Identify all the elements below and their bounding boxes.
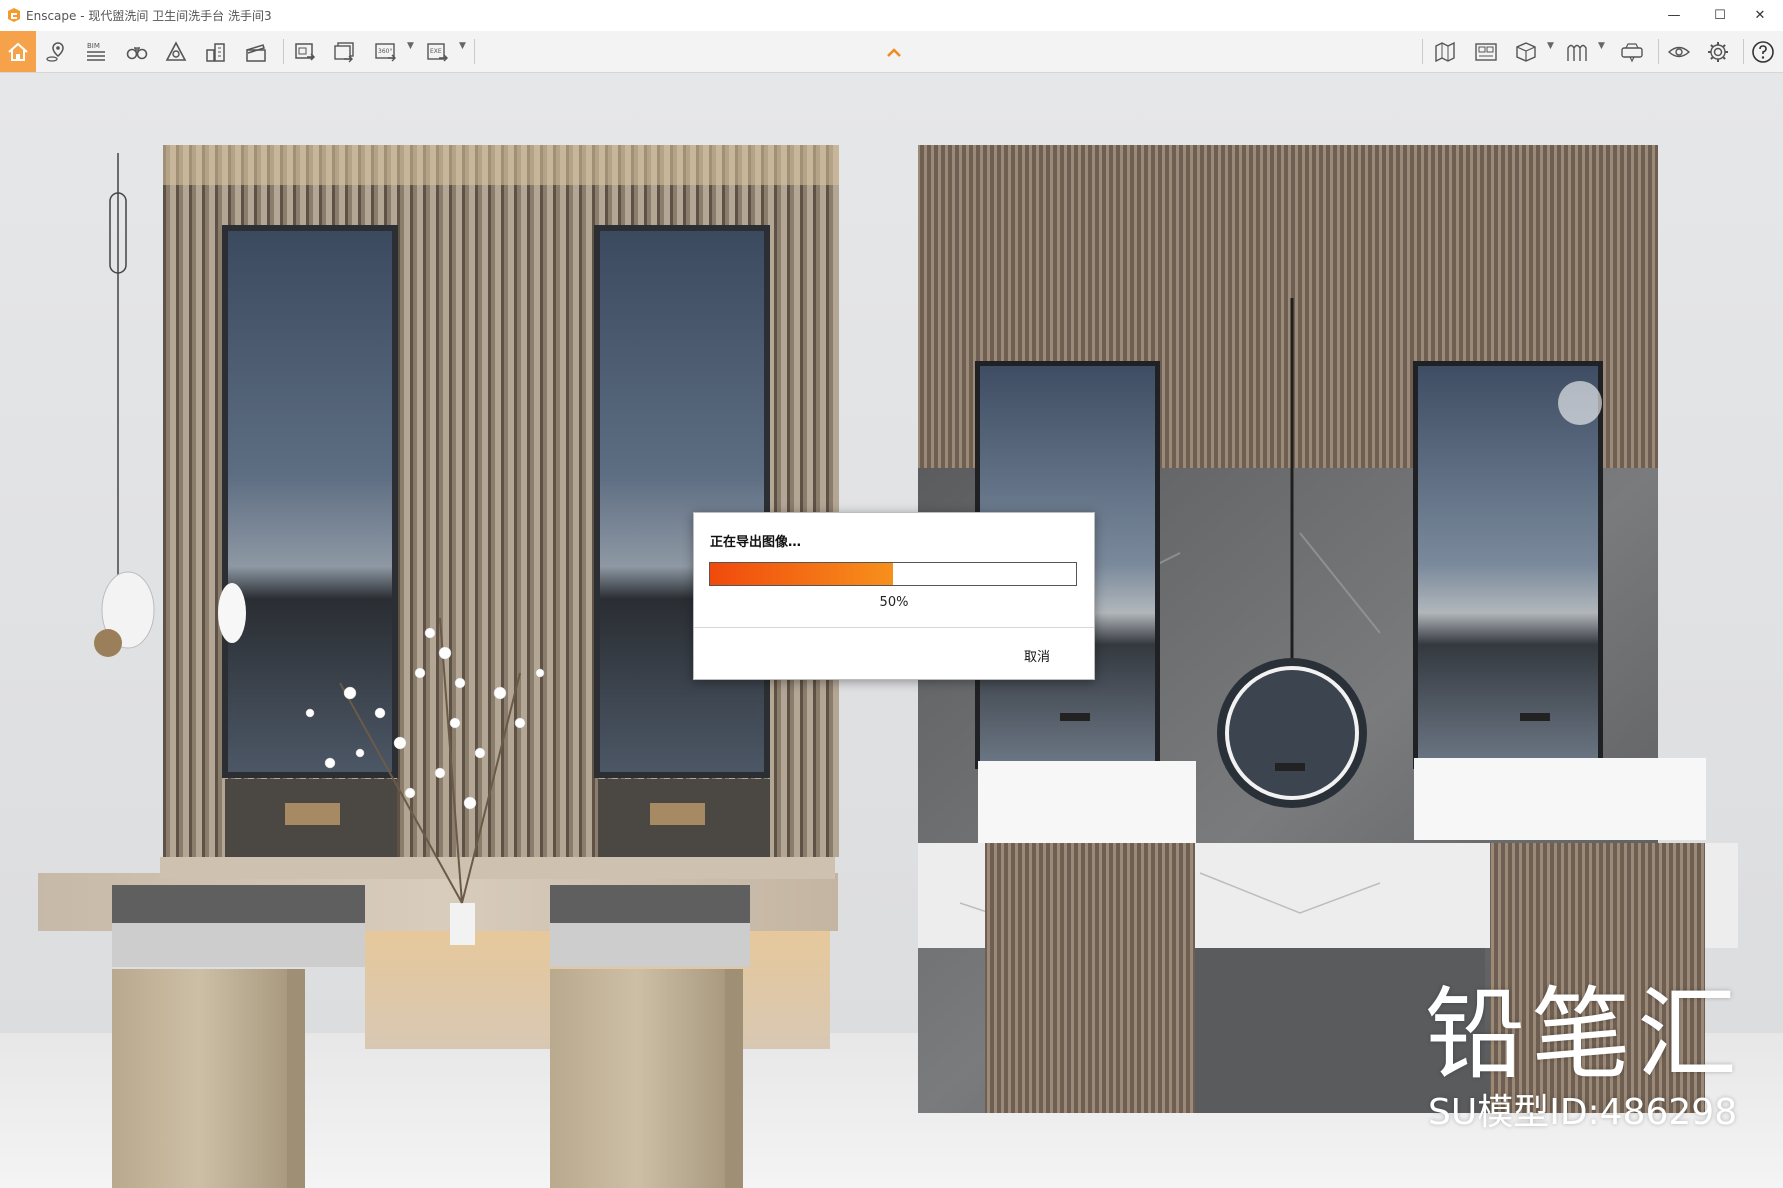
help-button[interactable] <box>1748 37 1778 67</box>
window-title-bar: Enscape - 现代盥洗间 卫生间洗手台 洗手间3 — ☐ ✕ <box>0 0 1783 32</box>
progress-percentage: 50% <box>879 595 909 610</box>
toolbar-separator <box>474 39 475 64</box>
help-icon <box>1752 41 1774 63</box>
location-pin-icon <box>46 42 64 62</box>
panorama-360-icon: 360° <box>375 43 396 62</box>
screenshot-export-button[interactable] <box>290 37 320 67</box>
asset-library-icon <box>1475 43 1497 61</box>
exe-export-icon: EXE <box>427 43 448 62</box>
svg-text:360°: 360° <box>378 48 392 55</box>
visual-settings-icon <box>1667 46 1691 58</box>
video-editor-button[interactable] <box>241 37 271 67</box>
dialog-divider <box>694 627 1094 628</box>
export-progress-bar <box>709 562 1077 586</box>
export-progress-dialog: 正在导出图像… 50% 取消 <box>693 512 1095 680</box>
vr-headset-icon <box>1621 43 1643 63</box>
materials-button[interactable] <box>1562 37 1592 67</box>
map-icon <box>1435 41 1455 63</box>
progress-bar-fill <box>710 563 893 585</box>
model-id-label: SU模型ID:486298 <box>1428 1092 1738 1133</box>
cancel-button[interactable]: 取消 <box>1000 644 1074 666</box>
toolbar-separator <box>1658 39 1659 64</box>
binoculars-icon <box>126 47 148 60</box>
toolbar-separator <box>1743 39 1744 64</box>
sun-shape-button[interactable] <box>161 37 191 67</box>
window-title: Enscape - 现代盥洗间 卫生间洗手台 洗手间3 <box>26 9 272 23</box>
map-button[interactable] <box>1430 37 1460 67</box>
toolbar-separator <box>1422 39 1423 64</box>
settings-button[interactable] <box>1703 37 1733 67</box>
buildings-icon <box>206 43 225 62</box>
close-button[interactable]: ✕ <box>1737 0 1783 31</box>
binoculars-button[interactable] <box>122 37 152 67</box>
materials-icon <box>1567 44 1587 61</box>
panorama-button[interactable]: 360° <box>371 37 401 67</box>
enscape-toolbar: BIM 360° ▼ EXE ▼ ▼ ▼ <box>0 31 1783 73</box>
vr-headset-button[interactable] <box>1617 37 1647 67</box>
gear-icon <box>1708 42 1728 62</box>
cube-view-button[interactable] <box>1511 37 1541 67</box>
enscape-logo-icon <box>8 8 20 22</box>
chevron-down-icon[interactable]: ▼ <box>1598 41 1605 51</box>
cube-view-icon <box>1516 42 1536 62</box>
svg-text:BIM: BIM <box>87 42 100 50</box>
chevron-down-icon[interactable]: ▼ <box>407 41 414 51</box>
minimize-button[interactable]: — <box>1651 0 1697 31</box>
asset-library-button[interactable] <box>1471 37 1501 67</box>
visual-settings-button[interactable] <box>1664 37 1694 67</box>
bim-icon: BIM <box>87 42 105 61</box>
batch-render-icon <box>334 42 354 63</box>
chevron-down-icon[interactable]: ▼ <box>1547 41 1554 51</box>
home-button[interactable] <box>0 31 36 72</box>
sun-shape-icon <box>165 41 187 61</box>
home-icon <box>8 42 28 61</box>
location-button[interactable] <box>41 37 71 67</box>
collapse-toolbar-chevron-icon[interactable] <box>883 40 905 62</box>
dialog-title: 正在导出图像… <box>710 535 802 550</box>
watermark-brand: 铅笔汇 <box>1425 976 1743 1093</box>
screenshot-export-icon <box>295 43 316 61</box>
batch-render-button[interactable] <box>329 37 359 67</box>
buildings-button[interactable] <box>201 37 231 67</box>
svg-text:EXE: EXE <box>430 48 442 55</box>
clapperboard-icon <box>246 44 266 62</box>
chevron-down-icon[interactable]: ▼ <box>459 41 466 51</box>
toolbar-separator <box>283 39 284 64</box>
exe-export-button[interactable]: EXE <box>423 37 453 67</box>
bim-button[interactable]: BIM <box>81 37 111 67</box>
